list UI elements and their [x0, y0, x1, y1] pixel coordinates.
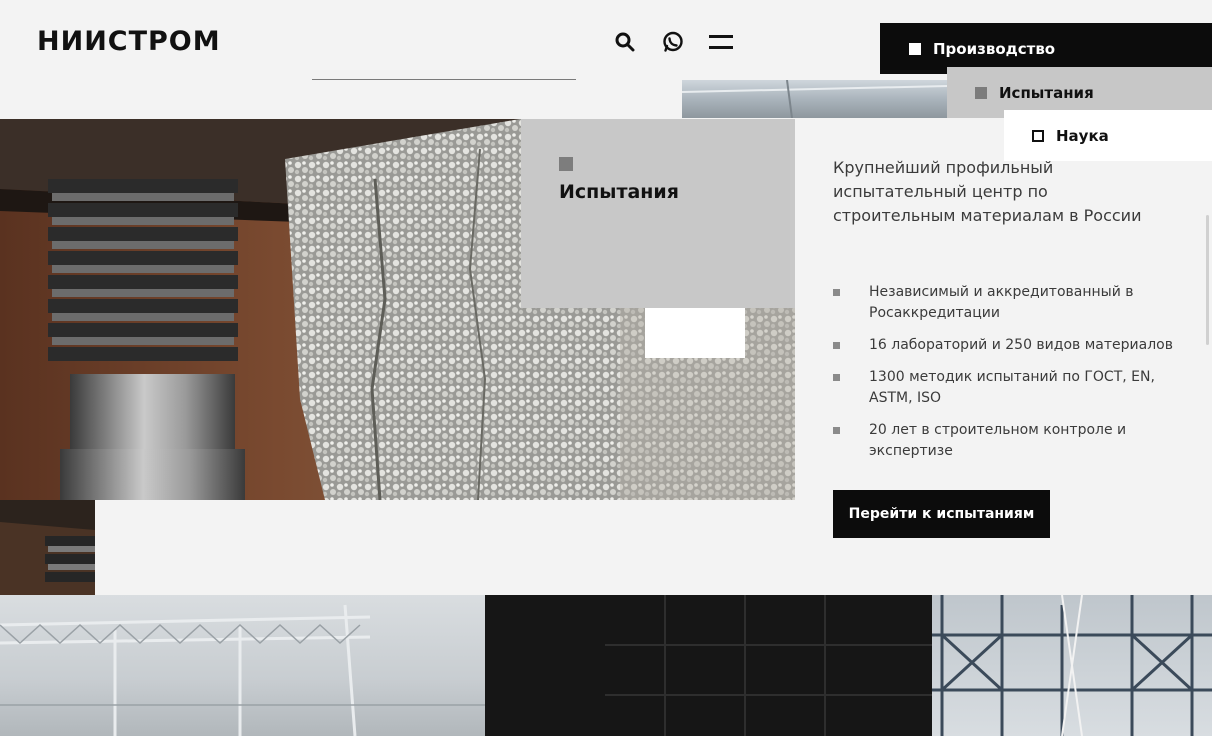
dark-photo [485, 595, 932, 736]
menu-icon[interactable] [708, 29, 734, 55]
scrollbar[interactable] [1206, 215, 1209, 345]
tab-marker-icon [975, 86, 987, 99]
list-item: 16 лабораторий и 250 видов материалов [833, 335, 1183, 356]
list-item: 20 лет в строительном контроле и эксперт… [833, 420, 1183, 462]
decorative-block [645, 308, 745, 358]
section-description: Крупнейший профильный испытательный цент… [833, 158, 1142, 225]
tab-label: Испытания [999, 83, 1094, 102]
power-lines-photo [0, 595, 485, 736]
tab-science[interactable]: Наука [1004, 110, 1212, 161]
go-to-tests-button[interactable]: Перейти к испытаниям [833, 490, 1050, 538]
tab-marker-icon [1032, 129, 1044, 142]
features-list: Независимый и аккредитованный в Росаккре… [833, 282, 1183, 473]
card-title: Испытания [559, 181, 679, 203]
list-item: Независимый и аккредитованный в Росаккре… [833, 282, 1183, 324]
tab-label: Наука [1056, 126, 1109, 145]
header-photo-strip [681, 79, 948, 119]
whatsapp-icon[interactable] [660, 29, 686, 55]
tab-marker-icon [909, 42, 921, 55]
tab-label: Производство [933, 39, 1056, 58]
card-marker [559, 157, 573, 171]
steel-frame-photo [932, 595, 1212, 736]
search-icon[interactable] [612, 29, 638, 55]
logo[interactable]: НИИСТРОМ [37, 26, 221, 57]
list-item: 1300 методик испытаний по ГОСТ, EN, ASTM… [833, 367, 1183, 409]
small-photo [0, 500, 95, 595]
section-card: Испытания [521, 119, 795, 308]
search-underline[interactable] [312, 79, 576, 80]
